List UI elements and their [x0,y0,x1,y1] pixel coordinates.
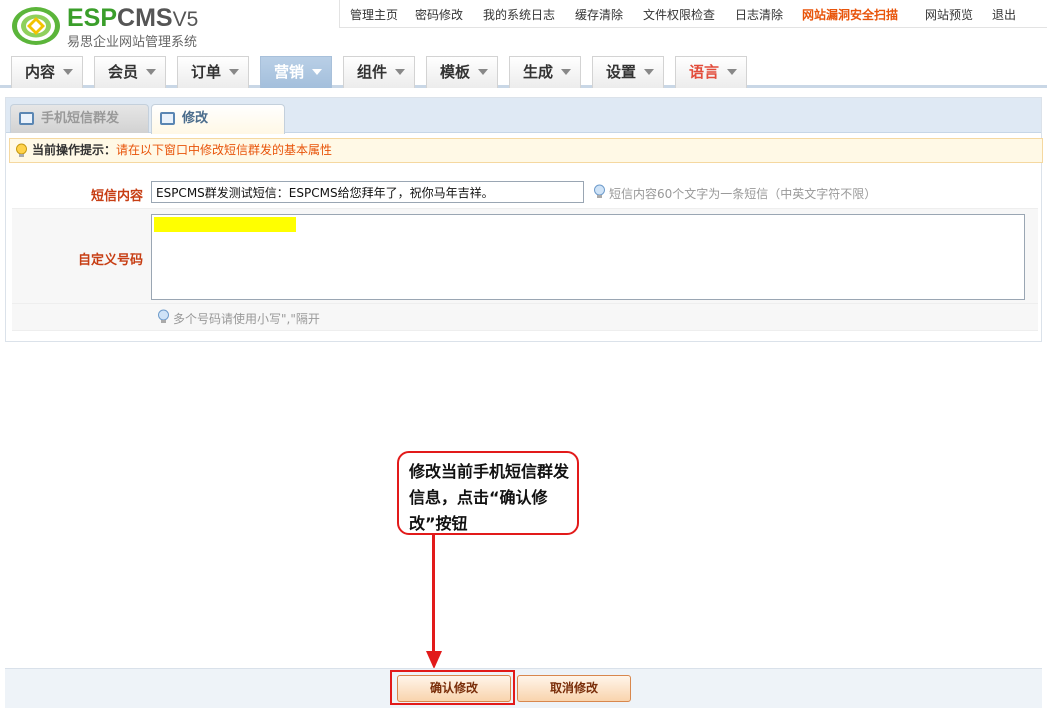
instruction-callout: 修改当前手机短信群发信息，点击“确认修改”按钮 [397,451,579,535]
form-row-custom-numbers: 自定义号码 [12,209,1038,304]
top-link-site-preview[interactable]: 网站预览 [925,6,973,23]
form-row-sms-content: 短信内容 短信内容60个文字为一条短信（中英文字符不限） [12,178,1038,209]
sms-content-input[interactable] [151,181,584,203]
top-link-file-permission-check[interactable]: 文件权限检查 [643,6,715,23]
nav-tab-components[interactable]: 组件 [343,56,415,88]
nav-tab-generate[interactable]: 生成 [509,56,581,88]
chevron-down-icon [312,69,322,75]
top-link-change-password[interactable]: 密码修改 [415,6,463,23]
window-icon [160,112,175,125]
chevron-down-icon [229,69,239,75]
confirm-edit-button[interactable]: 确认修改 [397,675,511,702]
sub-tab-edit[interactable]: 修改 [151,104,285,134]
top-link-security-scan[interactable]: 网站漏洞安全扫描 [802,6,898,23]
nav-tab-members[interactable]: 会员 [94,56,166,88]
logo-brand-text: ESPCMSV5 [67,4,199,32]
lightbulb-icon [594,184,605,198]
nav-tab-content[interactable]: 内容 [11,56,83,88]
callout-arrow-head [426,651,442,669]
operation-tip-bar: 当前操作提示：请在以下窗口中修改短信群发的基本属性 [9,138,1043,163]
chevron-down-icon [561,69,571,75]
callout-arrow-line [432,535,435,655]
lightbulb-icon [158,309,169,323]
nav-tab-marketing[interactable]: 营销 [260,56,332,88]
chevron-down-icon [395,69,405,75]
espcms-logo: ESPCMSV5 易思企业网站管理系统 [10,4,220,50]
top-link-admin-home[interactable]: 管理主页 [350,6,398,23]
main-nav: 内容 会员 订单 营销 组件 模板 生成 设置 语言 [0,54,1047,88]
chevron-down-icon [644,69,654,75]
window-icon [19,112,34,125]
top-link-clear-logs[interactable]: 日志清除 [735,6,783,23]
custom-numbers-label: 自定义号码 [77,253,143,268]
top-link-clear-cache[interactable]: 缓存清除 [575,6,623,23]
lightbulb-icon [16,143,27,157]
highlight-mark [154,217,296,232]
nav-tab-templates[interactable]: 模板 [426,56,498,88]
nav-tab-settings[interactable]: 设置 [592,56,664,88]
sub-tab-bar: 手机短信群发 修改 [6,98,1041,134]
top-link-logout[interactable]: 退出 [992,6,1016,23]
espcms-logo-icon [12,7,60,45]
cancel-edit-button[interactable]: 取消修改 [517,675,631,702]
nav-tab-language[interactable]: 语言 [675,56,747,88]
chevron-down-icon [63,69,73,75]
sub-tab-sms-broadcast[interactable]: 手机短信群发 [10,104,149,133]
tip-text: 请在以下窗口中修改短信群发的基本属性 [116,143,333,157]
sms-content-hint: 短信内容60个文字为一条短信（中英文字符不限） [609,187,877,201]
top-utility-nav: 管理主页 密码修改 我的系统日志 缓存清除 文件权限检查 日志清除 网站漏洞安全… [339,0,1047,28]
sms-content-label: 短信内容 [90,189,143,204]
form-row-numbers-hint: 多个号码请使用小写","隔开 [12,304,1038,331]
top-link-my-system-log[interactable]: 我的系统日志 [483,6,555,23]
content-panel: 手机短信群发 修改 当前操作提示：请在以下窗口中修改短信群发的基本属性 短信内容… [5,97,1043,342]
nav-tab-orders[interactable]: 订单 [177,56,249,88]
chevron-down-icon [146,69,156,75]
custom-numbers-hint: 多个号码请使用小写","隔开 [173,312,320,326]
logo-subtitle: 易思企业网站管理系统 [67,35,198,50]
chevron-down-icon [727,69,737,75]
custom-numbers-textarea[interactable] [151,214,1025,300]
tip-label: 当前操作提示： [32,143,117,157]
chevron-down-icon [478,69,488,75]
